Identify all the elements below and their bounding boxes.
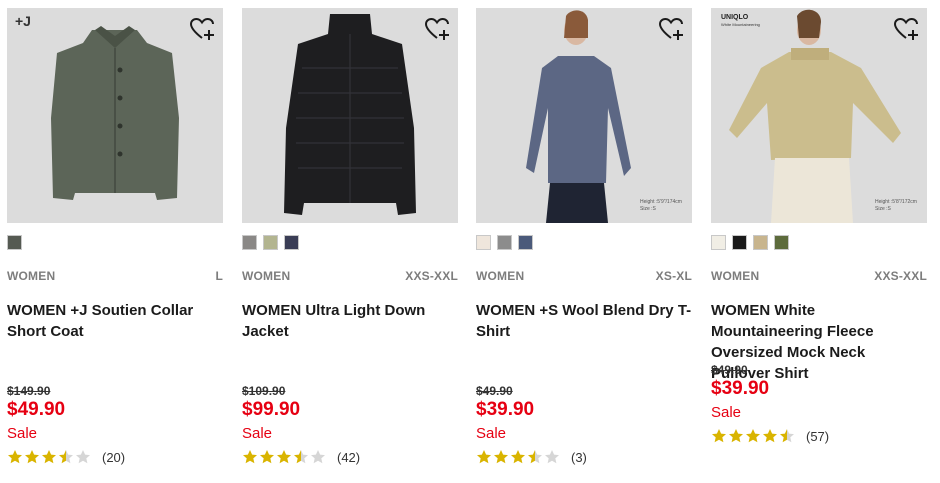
- product-card[interactable]: UNIQLO White Mountaineering Height :5'8"…: [711, 8, 927, 445]
- heart-plus-icon[interactable]: [893, 16, 919, 42]
- star-icon: [545, 450, 559, 464]
- heart-plus-icon[interactable]: [424, 16, 450, 42]
- color-swatch[interactable]: [774, 235, 789, 250]
- color-swatch[interactable]: [732, 235, 747, 250]
- star-icon: [746, 429, 760, 443]
- star-icon: [260, 450, 274, 464]
- color-swatch[interactable]: [242, 235, 257, 250]
- gender-label: WOMEN: [242, 269, 291, 283]
- star-icon: [243, 450, 257, 464]
- star-icon: [294, 450, 308, 464]
- sale-label: Sale: [7, 425, 38, 442]
- color-swatches: [7, 235, 223, 251]
- product-meta: WOMEN XS-XL: [476, 269, 692, 283]
- product-image[interactable]: [242, 8, 458, 223]
- color-swatch[interactable]: [518, 235, 533, 250]
- color-swatch[interactable]: [497, 235, 512, 250]
- color-swatch[interactable]: [284, 235, 299, 250]
- star-rating: (57): [711, 427, 927, 445]
- gender-label: WOMEN: [7, 269, 56, 283]
- review-count[interactable]: (42): [337, 450, 360, 465]
- star-icon: [712, 429, 726, 443]
- size-range: L: [215, 269, 223, 283]
- heart-plus-icon[interactable]: [658, 16, 684, 42]
- product-image[interactable]: +J: [7, 8, 223, 223]
- product-name[interactable]: WOMEN +J Soutien Collar Short Coat: [7, 300, 223, 384]
- star-rating: (3): [476, 448, 692, 466]
- logo-subtext: White Mountaineering: [721, 22, 760, 27]
- star-icon: [277, 450, 291, 464]
- star-icon: [528, 450, 542, 464]
- original-price: $149.90: [7, 384, 51, 398]
- gender-label: WOMEN: [711, 269, 760, 283]
- product-name[interactable]: WOMEN Ultra Light Down Jacket: [242, 300, 458, 384]
- product-name[interactable]: WOMEN +S Wool Blend Dry T-Shirt: [476, 300, 692, 384]
- logo-text: UNIQLO: [721, 14, 749, 21]
- product-card[interactable]: Height :5'9"/174cm Size :S WOMEN XS-XL W…: [476, 8, 692, 466]
- review-count[interactable]: (20): [102, 450, 125, 465]
- original-price: $49.90: [711, 363, 748, 377]
- color-swatch[interactable]: [263, 235, 278, 250]
- brand-logo: UNIQLO White Mountaineering: [721, 14, 773, 32]
- sale-label: Sale: [711, 404, 742, 421]
- original-price: $49.90: [476, 384, 513, 398]
- sale-price: $39.90: [476, 399, 535, 420]
- star-icon: [59, 450, 73, 464]
- star-rating: (20): [7, 448, 223, 466]
- product-card[interactable]: WOMEN XXS-XXL WOMEN Ultra Light Down Jac…: [242, 8, 458, 466]
- star-icon: [477, 450, 491, 464]
- star-icon: [780, 429, 794, 443]
- color-swatches: [476, 235, 692, 251]
- size-range: XXS-XXL: [874, 269, 927, 283]
- sale-label: Sale: [242, 425, 273, 442]
- collab-badge: +J: [15, 13, 31, 29]
- sale-price: $49.90: [7, 399, 66, 420]
- star-icon: [8, 450, 22, 464]
- star-icon: [25, 450, 39, 464]
- color-swatch[interactable]: [476, 235, 491, 250]
- size-range: XXS-XXL: [405, 269, 458, 283]
- model-height-note: Height :5'8"/172cm Size :S: [875, 199, 917, 212]
- star-icon: [76, 450, 90, 464]
- heart-plus-icon[interactable]: [189, 16, 215, 42]
- star-icon: [494, 450, 508, 464]
- color-swatches: [711, 235, 927, 251]
- size-range: XS-XL: [655, 269, 692, 283]
- color-swatch[interactable]: [7, 235, 22, 250]
- product-meta: WOMEN XXS-XXL: [711, 269, 927, 283]
- gender-label: WOMEN: [476, 269, 525, 283]
- model-height-note: Height :5'9"/174cm Size :S: [640, 199, 682, 212]
- star-icon: [729, 429, 743, 443]
- product-image[interactable]: UNIQLO White Mountaineering Height :5'8"…: [711, 8, 927, 223]
- review-count[interactable]: (57): [806, 429, 829, 444]
- review-count[interactable]: (3): [571, 450, 587, 465]
- sale-price: $39.90: [711, 378, 770, 399]
- color-swatch[interactable]: [711, 235, 726, 250]
- star-icon: [763, 429, 777, 443]
- star-rating: (42): [242, 448, 458, 466]
- product-meta: WOMEN XXS-XXL: [242, 269, 458, 283]
- product-card[interactable]: +J WOMEN L WOMEN +J Soutien Collar Short…: [7, 8, 223, 466]
- star-icon: [42, 450, 56, 464]
- product-meta: WOMEN L: [7, 269, 223, 283]
- color-swatches: [242, 235, 458, 251]
- product-image[interactable]: Height :5'9"/174cm Size :S: [476, 8, 692, 223]
- sale-price: $99.90: [242, 399, 301, 420]
- color-swatch[interactable]: [753, 235, 768, 250]
- star-icon: [311, 450, 325, 464]
- star-icon: [511, 450, 525, 464]
- sale-label: Sale: [476, 425, 507, 442]
- original-price: $109.90: [242, 384, 286, 398]
